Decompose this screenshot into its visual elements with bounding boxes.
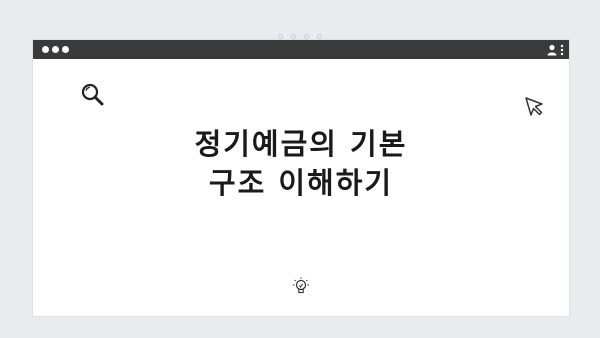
carousel-dots xyxy=(0,24,600,39)
carousel-dot[interactable] xyxy=(304,34,309,39)
browser-window: 정기예금의 기본 구조 이해하기 xyxy=(33,40,569,316)
search-icon[interactable] xyxy=(80,82,106,106)
user-icon[interactable] xyxy=(547,44,557,56)
headline-line-1: 정기예금의 기본 xyxy=(194,127,408,161)
more-vertical-icon[interactable] xyxy=(559,44,565,56)
maximize-button[interactable] xyxy=(62,46,69,53)
headline-line-2: 구조 이해하기 xyxy=(208,166,394,200)
minimize-button[interactable] xyxy=(52,46,59,53)
page: 정기예금의 기본 구조 이해하기 xyxy=(0,0,600,338)
headline: 정기예금의 기본 구조 이해하기 xyxy=(33,125,569,203)
window-titlebar xyxy=(33,40,569,59)
window-menu xyxy=(547,43,565,56)
carousel-dot[interactable] xyxy=(278,34,283,39)
lightbulb-icon xyxy=(293,277,309,294)
carousel-dot[interactable] xyxy=(317,34,322,39)
close-button[interactable] xyxy=(42,46,49,53)
cursor-arrow-icon xyxy=(525,97,543,116)
carousel-dot[interactable] xyxy=(291,34,296,39)
content-area: 정기예금의 기본 구조 이해하기 xyxy=(33,59,569,316)
